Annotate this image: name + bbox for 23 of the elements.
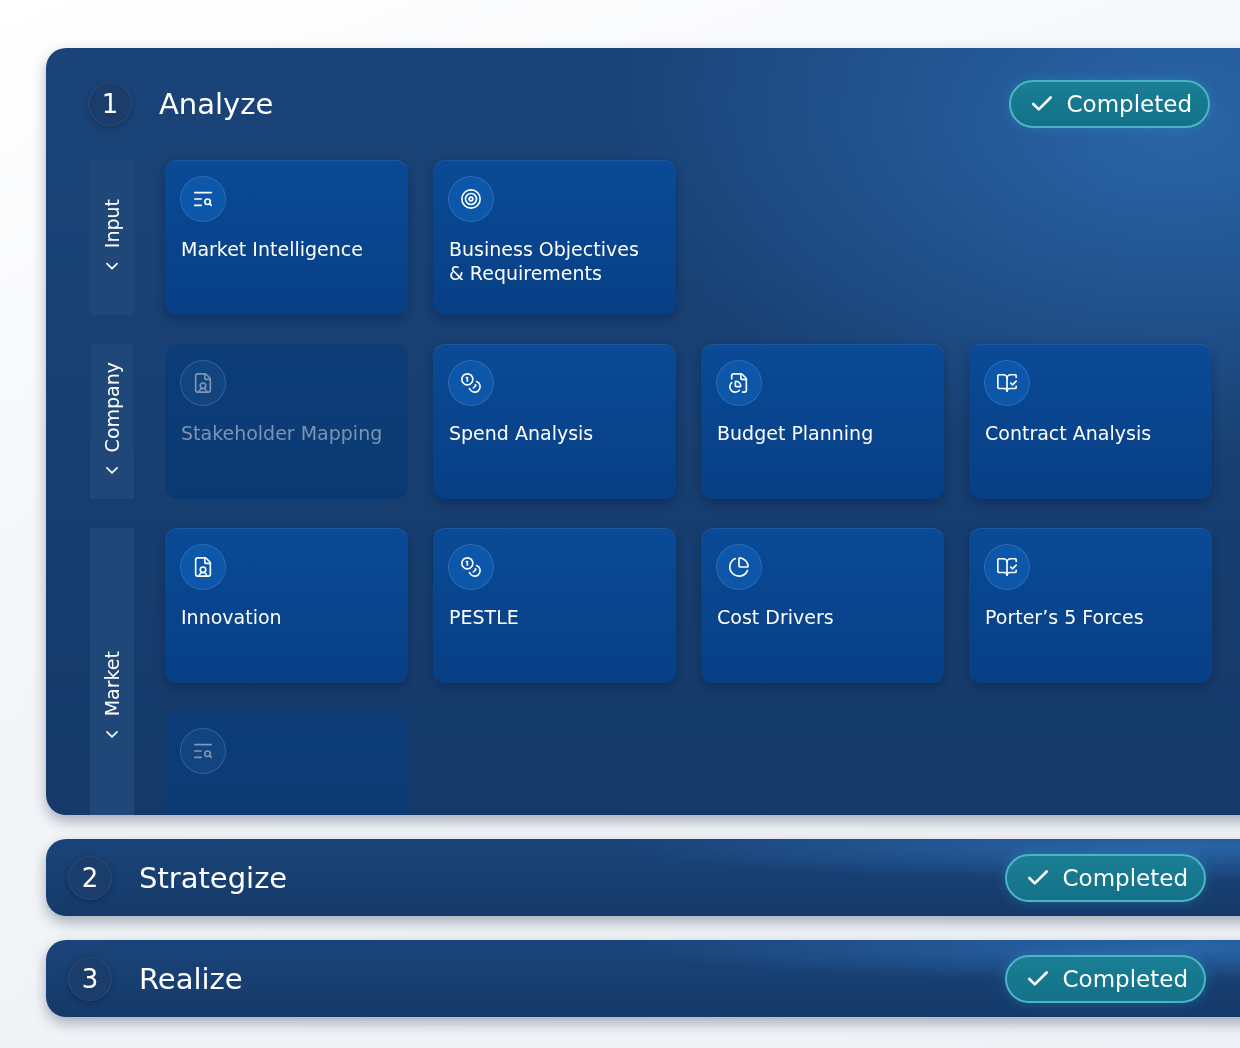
tool-card[interactable]: Budget Planning xyxy=(701,344,944,499)
completed-badge: Completed xyxy=(1004,853,1206,902)
group-tab[interactable]: Input xyxy=(90,160,134,315)
stage-title: Realize xyxy=(139,961,244,996)
stage-title: Strategize xyxy=(139,860,289,895)
tool-card[interactable]: Contract Analysis xyxy=(969,344,1212,499)
tool-card[interactable]: Market Intelligence xyxy=(165,160,408,315)
tool-card[interactable]: Porter’s 5 Forces xyxy=(969,528,1212,683)
step-number: 2 xyxy=(68,855,112,900)
step-number: 3 xyxy=(68,956,112,1001)
tool-card[interactable]: Business Objectives & Requirements xyxy=(433,160,676,315)
group-tab[interactable]: Company xyxy=(90,344,134,499)
tool-card[interactable]: Innovation xyxy=(165,528,408,683)
completed-badge: Completed xyxy=(1008,80,1210,128)
step-number: 1 xyxy=(88,82,132,126)
stage-panel[interactable]: 2 Strategize Completed xyxy=(46,839,1240,916)
stage-panel[interactable]: 3 Realize Completed xyxy=(46,940,1240,1017)
stage-title: Analyze xyxy=(159,87,275,121)
group-tab[interactable]: Market xyxy=(90,528,134,815)
tool-card[interactable]: Spend Analysis xyxy=(433,344,676,499)
completed-badge: Completed xyxy=(1004,954,1206,1003)
tool-card[interactable]: PESTLE xyxy=(433,528,676,683)
tool-card[interactable]: Cost Drivers xyxy=(701,528,944,683)
